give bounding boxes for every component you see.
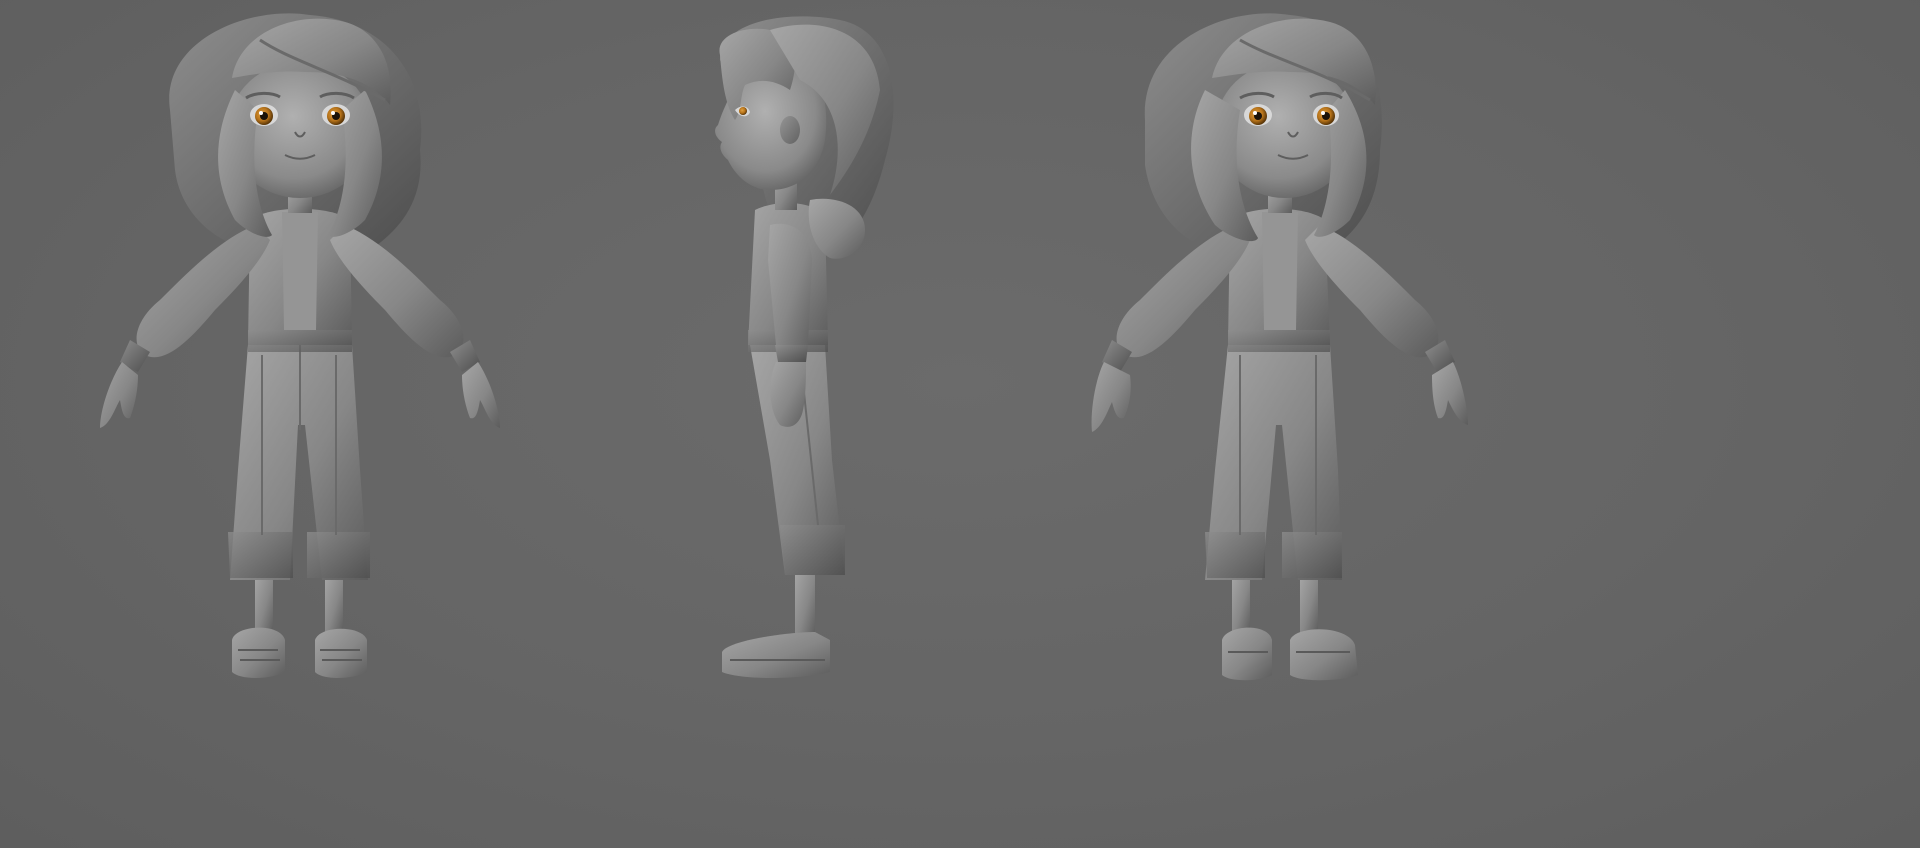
character-side-view [714, 15, 895, 680]
character-three-quarter-view [1090, 11, 1470, 682]
character-front-view [98, 11, 502, 680]
turnaround-canvas [98, 11, 1470, 682]
sculpt-viewport [0, 0, 1920, 848]
